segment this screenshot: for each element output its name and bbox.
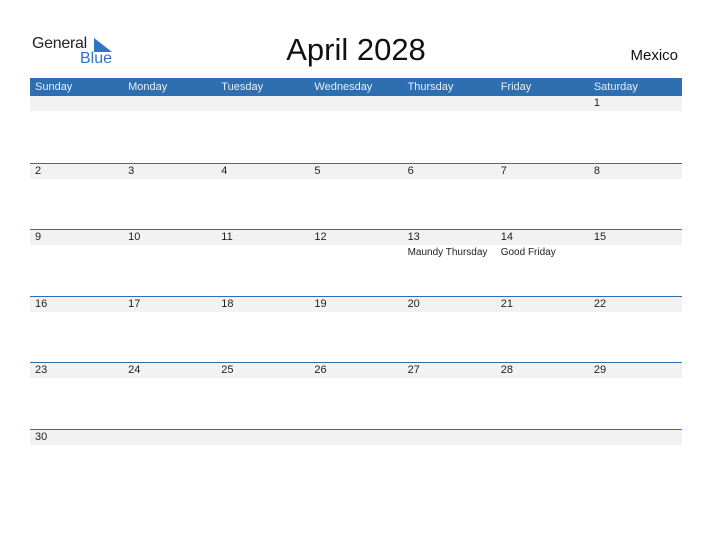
day-cell[interactable]	[216, 96, 309, 163]
day-cell[interactable]: 21	[496, 297, 589, 363]
weekday-header: Sunday Monday Tuesday Wednesday Thursday Frid…	[30, 78, 682, 96]
day-number: 29	[593, 364, 607, 377]
day-number: 16	[35, 297, 48, 310]
day-cell[interactable]	[309, 430, 402, 496]
day-cell[interactable]: 18	[216, 297, 309, 363]
day-number: 24	[128, 364, 141, 377]
day-cell[interactable]	[496, 96, 589, 163]
weekday-friday: Friday	[500, 81, 532, 93]
calendar-weeks: 1 2 3 4 5 6 7 8 9 10 11 12 13 Maundy Thursday 14 Good F…	[30, 96, 682, 496]
holiday-label: Good Friday	[500, 247, 556, 259]
weekday-sunday: Sunday	[35, 81, 73, 93]
day-cell[interactable]: 28	[496, 363, 589, 429]
day-cell[interactable]: 19	[309, 297, 402, 363]
day-cell[interactable]: 26	[309, 363, 402, 429]
weekday-monday: Monday	[128, 81, 168, 93]
day-number: 13	[407, 231, 420, 244]
day-number: 25	[221, 364, 234, 377]
day-cell[interactable]	[589, 430, 682, 496]
day-cell[interactable]	[123, 430, 216, 496]
day-cell[interactable]: 20	[403, 297, 496, 363]
day-cell[interactable]	[403, 430, 496, 496]
day-cell[interactable]: 25	[216, 363, 309, 429]
day-cell[interactable]: 29	[589, 363, 682, 429]
day-cell[interactable]: 1	[589, 96, 682, 163]
weekday-tuesday: Tuesday	[221, 81, 264, 93]
weekday-wednesday: Wednesday	[314, 81, 373, 93]
day-number: 3	[128, 164, 135, 177]
day-cell[interactable]: 4	[216, 164, 309, 230]
day-number: 9	[35, 231, 42, 244]
day-number: 27	[407, 364, 420, 377]
day-cell[interactable]: 23	[30, 363, 123, 429]
day-cell[interactable]: 7	[496, 164, 589, 230]
day-cell[interactable]	[496, 430, 589, 496]
weekday-thursday: Thursday	[407, 81, 454, 93]
day-cell[interactable]: 22	[589, 297, 682, 363]
day-cell[interactable]	[123, 96, 216, 163]
day-number: 19	[314, 297, 327, 310]
day-number: 6	[407, 164, 414, 177]
day-cell[interactable]: 30	[30, 430, 123, 496]
page-title: April 2028	[286, 32, 426, 67]
week-row: 2 3 4 5 6 7 8	[30, 162, 682, 230]
day-number: 5	[314, 164, 321, 177]
day-cell[interactable]	[309, 96, 402, 163]
week-row: 30	[30, 428, 682, 496]
day-cell[interactable]: 16	[30, 297, 123, 363]
week-row: 9 10 11 12 13 Maundy Thursday 14 Good Friday 15	[30, 229, 682, 296]
day-cell[interactable]: 17	[123, 297, 216, 363]
day-cell[interactable]: 5	[309, 164, 402, 230]
day-cell[interactable]: 11	[216, 230, 309, 296]
day-number: 4	[221, 164, 228, 177]
day-cell[interactable]	[403, 96, 496, 163]
week-row: 16 17 18 19 20 21 22	[30, 295, 682, 363]
day-number: 30	[35, 430, 48, 443]
day-cell[interactable]: 9	[30, 230, 123, 296]
country-label: Mexico	[630, 47, 678, 64]
day-cell[interactable]	[30, 96, 123, 163]
calendar-grid: Sunday Monday Tuesday Wednesday Thursday Frid…	[30, 78, 682, 496]
day-number: 26	[314, 364, 327, 377]
day-cell[interactable]: 10	[123, 230, 216, 296]
day-cell[interactable]: 13 Maundy Thursday	[403, 230, 496, 296]
day-number: 17	[128, 297, 141, 310]
week-row: 23 24 25 26 27 28 29	[30, 362, 682, 429]
day-number: 28	[500, 364, 513, 377]
day-number: 11	[221, 231, 233, 244]
day-number: 7	[500, 164, 507, 177]
day-cell[interactable]: 24	[123, 363, 216, 429]
day-number: 14	[500, 231, 513, 244]
day-cell[interactable]: 14 Good Friday	[496, 230, 589, 296]
day-number: 22	[593, 297, 607, 310]
day-number: 15	[593, 231, 607, 244]
day-number: 10	[128, 231, 141, 244]
day-number: 8	[593, 164, 600, 177]
day-cell[interactable]: 6	[403, 164, 496, 230]
day-cell[interactable]: 2	[30, 164, 123, 230]
day-number: 12	[314, 231, 327, 244]
holiday-label: Maundy Thursday	[407, 247, 488, 259]
day-number: 18	[221, 297, 234, 310]
day-number: 1	[593, 97, 600, 109]
day-number: 21	[500, 297, 513, 310]
day-cell[interactable]	[216, 430, 309, 496]
day-cell[interactable]: 8	[589, 164, 682, 230]
day-cell[interactable]: 27	[403, 363, 496, 429]
week-row: 1	[30, 96, 682, 163]
day-cell[interactable]: 12	[309, 230, 402, 296]
day-number: 23	[35, 364, 48, 377]
day-number: 20	[407, 297, 420, 310]
day-number: 2	[35, 164, 42, 177]
day-cell[interactable]: 15	[589, 230, 682, 296]
day-cell[interactable]: 3	[123, 164, 216, 230]
weekday-saturday: Saturday	[593, 81, 638, 93]
